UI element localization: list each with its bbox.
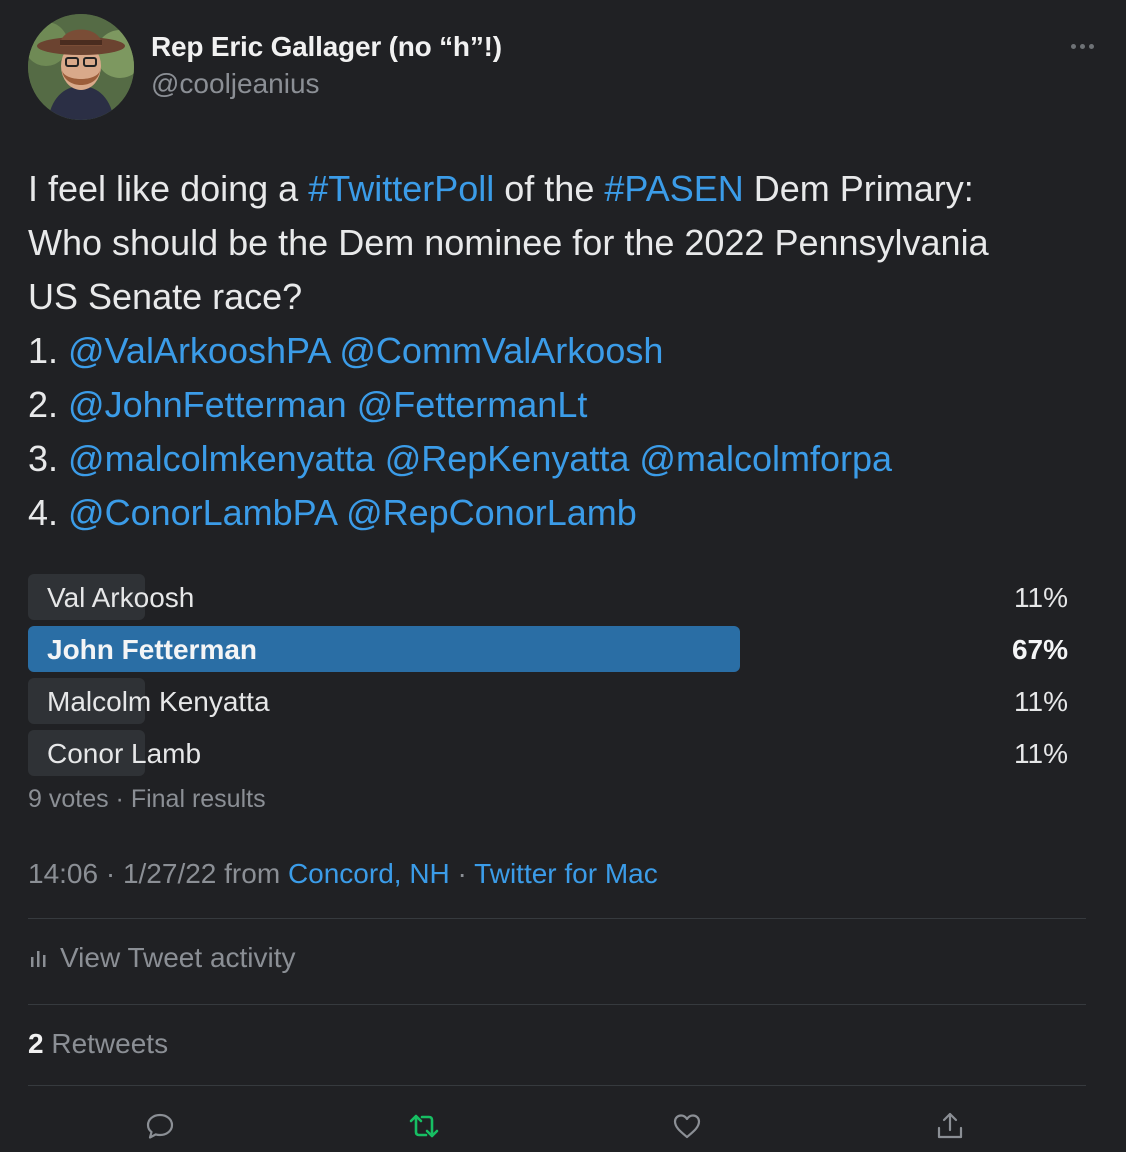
divider [28,1004,1086,1005]
more-dot [1079,43,1085,49]
mention-link[interactable]: @malcolmforpa [639,438,892,479]
poll-option: Malcolm Kenyatta 11% [28,678,1070,724]
poll: Val Arkoosh 11% John Fetterman 67% Malcolm K… [28,574,1070,782]
tweet-text-segment [375,438,385,479]
poll-option: Conor Lamb 11% [28,730,1070,776]
more-dot [1070,43,1076,49]
tweet-text-segment: of the [494,168,605,209]
tweet-text-segment: 3. [28,438,69,479]
more-dot [1088,43,1094,49]
tweet-text-segment [336,492,346,533]
tweet-line: 3. @malcolmkenyatta @RepKenyatta @malcol… [28,432,1088,486]
tweet-line: 4. @ConorLambPA @RepConorLamb [28,486,1088,540]
reply-icon [146,1113,174,1139]
tweet-line: 2. @JohnFetterman @FettermanLt [28,378,1088,432]
tweet-text-segment: US Senate race? [28,276,303,317]
retweets-label: Retweets [43,1028,169,1059]
poll-option-label: Val Arkoosh [47,582,195,613]
tweet-text-segment: I feel like doing a [28,168,309,209]
mention-link[interactable]: @FettermanLt [357,384,588,425]
mention-link[interactable]: @ValArkooshPA [68,330,329,371]
author-name[interactable]: Rep Eric Gallager (no “h”!) [151,31,502,63]
timestamp-separator: · [449,858,475,889]
tweet-text-segment: 4. [28,492,69,533]
retweets-count: 2 [28,1028,44,1059]
tweet-text-segment: 1. [28,330,69,371]
tweet-header: Rep Eric Gallager (no “h”!) @cooljeanius [28,14,1098,124]
tweet-line: US Senate race? [28,270,1088,324]
bar-chart-icon [31,951,46,967]
hashtag-link[interactable]: #PASEN [604,168,743,209]
tweet-text: I feel like doing a #TwitterPoll of the … [28,162,1088,540]
divider [28,918,1086,919]
share-icon [937,1112,963,1139]
like-button[interactable] [665,1104,709,1148]
action-bar [0,1104,1126,1148]
tweet-text-segment: Dem Primary: [743,168,974,209]
mention-link[interactable]: @RepConorLamb [346,492,637,533]
heart-icon [673,1114,701,1139]
share-button[interactable] [928,1104,972,1148]
mention-link[interactable]: @CommValArkoosh [339,330,663,371]
mention-link[interactable]: @ConorLambPA [68,492,336,533]
mention-link[interactable]: @JohnFetterman [68,384,347,425]
more-dots-icon[interactable] [1066,34,1098,58]
poll-option-label: Conor Lamb [47,738,202,769]
reply-button[interactable] [138,1104,182,1148]
source-link[interactable]: Twitter for Mac [474,858,658,889]
mention-link[interactable]: @malcolmkenyatta [68,438,375,479]
poll-option: John Fetterman 67% [28,626,1070,672]
tweet-text-segment [329,330,339,371]
mention-link[interactable]: @RepKenyatta [385,438,630,479]
tweet-text-segment [629,438,639,479]
retweet-icon [409,1114,439,1138]
poll-meta: 9 votes · Final results [28,785,266,813]
poll-option-label: John Fetterman [47,634,258,665]
tweet-line: Who should be the Dem nominee for the 20… [28,216,1088,270]
tweet-text-segment [347,384,357,425]
poll-option-percent: 11% [1014,582,1068,613]
hashtag-link[interactable]: #TwitterPoll [308,168,494,209]
view-activity-label: View Tweet activity [60,942,296,973]
poll-option-percent: 67% [1011,634,1068,665]
retweets-count-link[interactable]: 2 Retweets [28,1028,168,1060]
poll-option-percent: 11% [1014,686,1068,717]
tweet-timestamp: 14:06 · 1/27/22 from Concord, NH · Twitt… [28,858,658,890]
divider [28,1085,1086,1086]
author-handle[interactable]: @cooljeanius [151,68,320,100]
poll-option: Val Arkoosh 11% [28,574,1070,620]
poll-option-label: Malcolm Kenyatta [47,686,270,717]
tweet-line: I feel like doing a #TwitterPoll of the … [28,162,1088,216]
retweet-button[interactable] [402,1104,446,1148]
view-activity-button[interactable]: View Tweet activity [28,942,296,974]
tweet-text-segment: Who should be the Dem nominee for the 20… [28,222,989,263]
avatar[interactable] [28,14,134,120]
location-link[interactable]: Concord, NH [288,858,450,889]
avatar-image [28,14,134,120]
tweet-text-segment: 2. [28,384,69,425]
poll-option-percent: 11% [1014,738,1068,769]
tweet-line: 1. @ValArkooshPA @CommValArkoosh [28,324,1088,378]
time-date[interactable]: 14:06 · 1/27/22 from [28,858,288,889]
